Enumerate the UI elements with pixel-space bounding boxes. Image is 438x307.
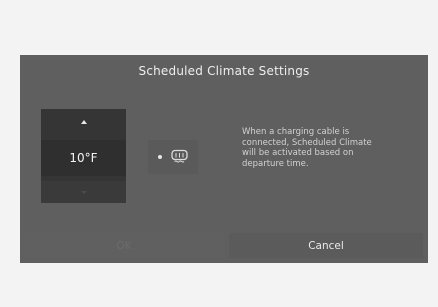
triangle-up-icon [80, 119, 87, 124]
cancel-button[interactable]: Cancel [229, 233, 423, 258]
temperature-up-button[interactable] [41, 109, 126, 134]
rear-defrost-button[interactable] [148, 140, 198, 174]
info-text: When a charging cable is connected, Sche… [242, 127, 372, 169]
defrost-indicator-dot [158, 155, 162, 159]
temperature-down-button[interactable] [41, 181, 126, 203]
temperature-stepper: 10°F [41, 109, 126, 203]
scheduled-climate-dialog: Scheduled Climate Settings 10°F When a c… [20, 55, 428, 263]
rear-defrost-icon [171, 148, 188, 167]
temperature-value: 10°F [41, 140, 126, 176]
triangle-down-icon [80, 190, 87, 194]
ok-button[interactable]: OK [25, 233, 223, 258]
dialog-title: Scheduled Climate Settings [138, 64, 310, 78]
